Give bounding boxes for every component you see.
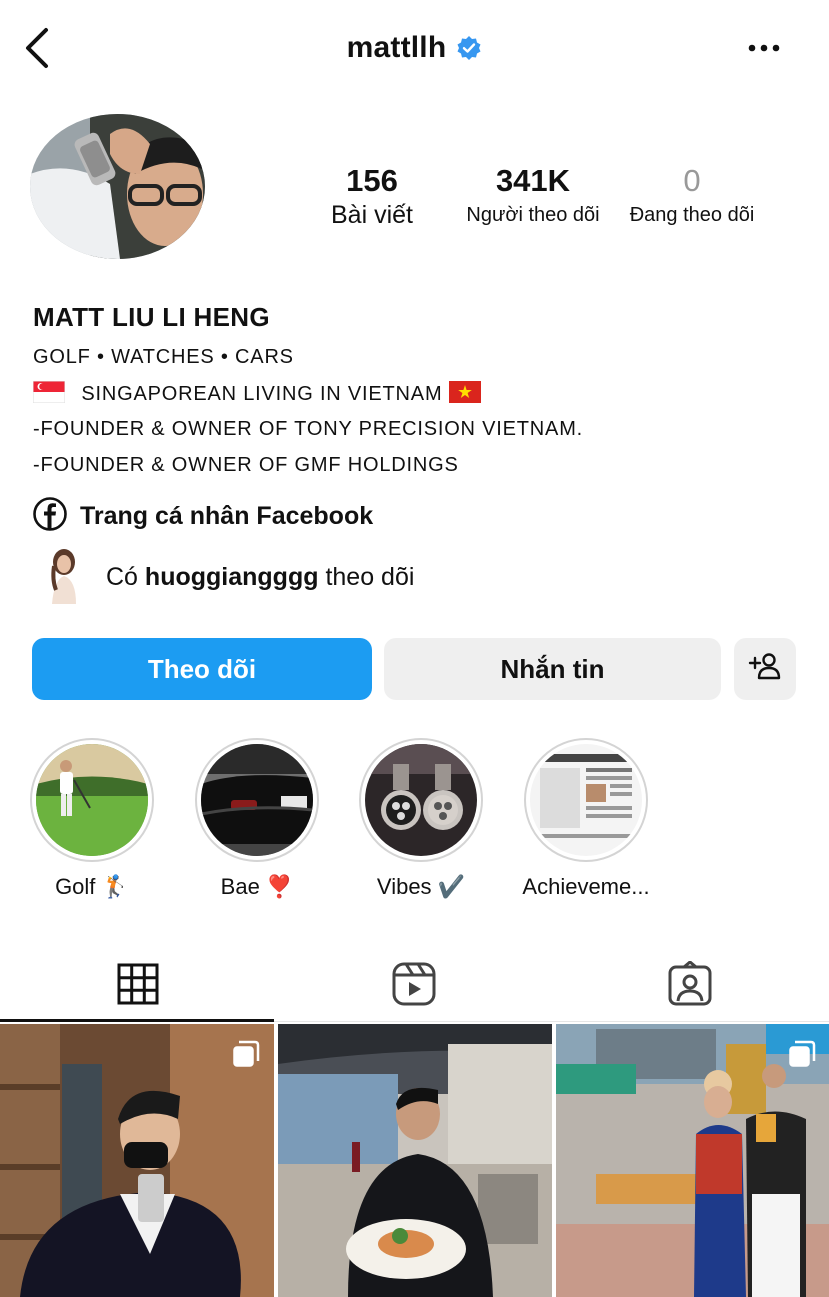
highlight-achievements-label: Achieveme...	[522, 874, 650, 899]
tab-tagged[interactable]	[552, 950, 828, 1022]
highlight-golf[interactable]: Golf 🏌️	[22, 738, 162, 900]
grid-icon	[117, 963, 159, 1010]
posts-count: 156	[346, 163, 398, 198]
tab-posts-grid[interactable]	[0, 950, 276, 1022]
facebook-icon	[32, 496, 68, 537]
bio-line-3: -FOUNDER & OWNER OF TONY PRECISION VIETN…	[33, 418, 584, 440]
followed-by-prefix: Có	[106, 562, 138, 591]
tagged-icon	[667, 959, 713, 1012]
post-thumbnail-3[interactable]	[556, 1024, 829, 1297]
suggested-users-button[interactable]	[734, 638, 796, 700]
verified-badge-icon	[456, 35, 482, 61]
profile-full-name: MATT LIU LI HENG	[33, 302, 270, 332]
followed-by-row[interactable]: Có huoggiangggg theo dõi	[42, 545, 414, 609]
follow-button[interactable]: Theo dõi	[32, 638, 372, 700]
facebook-link-label: Trang cá nhân Facebook	[80, 501, 374, 530]
stat-followers[interactable]: 341K Người theo dõi	[456, 162, 610, 230]
highlight-bae-label: Bae ❣️	[220, 874, 294, 899]
followed-by-username[interactable]: huoggiangggg	[145, 563, 319, 591]
reels-icon	[391, 961, 437, 1012]
profile-avatar[interactable]	[30, 114, 205, 259]
add-person-icon	[748, 651, 782, 688]
multiple-photos-icon	[232, 1040, 260, 1068]
followers-label: Người theo dõi	[466, 204, 600, 226]
highlight-golf-cover	[36, 744, 148, 856]
bio-line-2-text: SINGAPOREAN LIVING IN VIETNAM	[81, 383, 443, 405]
multiple-photos-icon	[788, 1040, 816, 1068]
stat-posts[interactable]: 156 Bài viết	[312, 162, 432, 230]
bio-line-4: -FOUNDER & OWNER OF GMF HOLDINGS	[33, 454, 459, 476]
mutual-follower-avatar	[42, 545, 84, 609]
message-button[interactable]: Nhắn tin	[384, 638, 721, 700]
followers-count: 341K	[495, 163, 571, 198]
post-thumbnail-1[interactable]	[0, 1024, 274, 1297]
highlight-vibes-cover	[365, 744, 477, 856]
vietnam-flag-icon	[448, 381, 481, 409]
highlight-vibes-label: Vibes ✔️	[376, 874, 466, 899]
highlight-bae-cover	[201, 744, 313, 856]
followed-by-text: Có huoggiangggg theo dõi	[106, 563, 414, 592]
tab-reels[interactable]	[276, 950, 552, 1022]
posts-label: Bài viết	[331, 201, 413, 229]
highlight-golf-label: Golf 🏌️	[55, 874, 129, 899]
username-title: mattllh	[346, 31, 447, 64]
followed-by-suffix: theo dõi	[325, 562, 415, 591]
more-options-icon[interactable]	[744, 30, 784, 66]
active-tab-indicator	[0, 1019, 274, 1022]
following-count: 0	[683, 163, 701, 198]
singapore-flag-icon	[32, 380, 66, 409]
back-icon[interactable]	[22, 26, 58, 70]
highlight-achievements[interactable]: Achieveme...	[516, 738, 656, 900]
following-label: Đang theo dõi	[629, 204, 755, 226]
facebook-profile-link[interactable]: Trang cá nhân Facebook	[32, 496, 374, 537]
stat-following[interactable]: 0 Đang theo dõi	[616, 162, 768, 230]
bio-line-2: SINGAPOREAN LIVING IN VIETNAM	[32, 380, 481, 409]
highlight-achievements-cover	[530, 744, 642, 856]
post-thumbnail-2[interactable]	[278, 1024, 552, 1297]
highlight-vibes[interactable]: Vibes ✔️	[351, 738, 491, 900]
header-username: mattllh	[0, 26, 829, 70]
bio-line-1: GOLF • WATCHES • CARS	[33, 346, 294, 368]
highlight-bae[interactable]: Bae ❣️	[187, 738, 327, 900]
